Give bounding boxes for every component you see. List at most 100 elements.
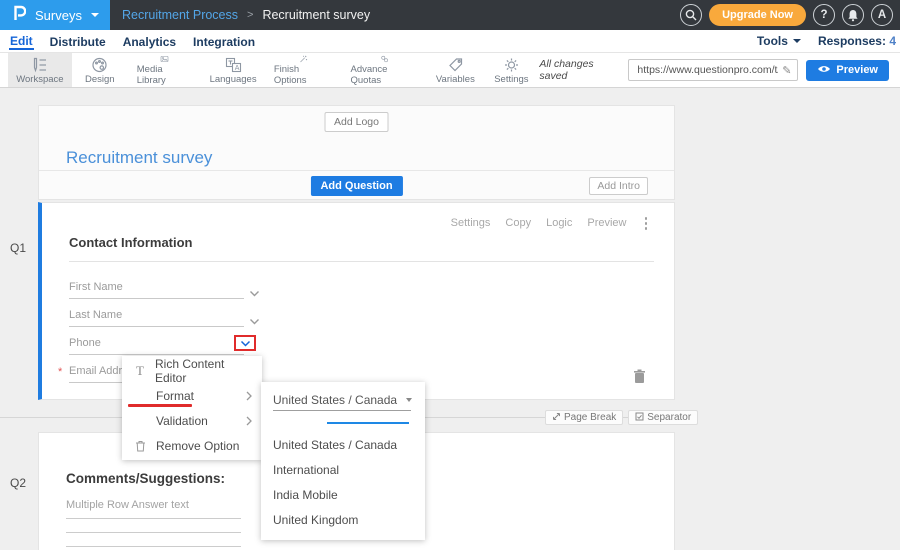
add-intro-button[interactable]: Add Intro bbox=[589, 177, 648, 195]
menu-item-label: Validation bbox=[156, 414, 208, 428]
preview-button[interactable]: Preview bbox=[806, 60, 889, 81]
questionpro-logo-icon bbox=[13, 5, 26, 26]
answer-line bbox=[66, 532, 241, 533]
settings-gear-icon bbox=[503, 57, 520, 73]
surveys-menu[interactable]: Surveys bbox=[0, 0, 110, 30]
upgrade-now-button[interactable]: Upgrade Now bbox=[709, 4, 806, 26]
more-options-icon[interactable] bbox=[645, 217, 648, 230]
breadcrumb-current: Recruitment survey bbox=[262, 8, 370, 22]
format-option-united-kingdom[interactable]: United Kingdom bbox=[261, 507, 425, 532]
format-option-international[interactable]: International bbox=[261, 457, 425, 482]
question-2-label: Q2 bbox=[10, 476, 26, 490]
format-select-value[interactable]: United States / Canada bbox=[273, 393, 397, 407]
separator-button[interactable]: Separator bbox=[628, 410, 698, 425]
preview-label: Preview bbox=[836, 64, 878, 76]
format-options-list: United States / Canada International Ind… bbox=[261, 432, 425, 532]
toolbar-item-label: Design bbox=[85, 74, 115, 85]
tab-analytics[interactable]: Analytics bbox=[122, 33, 177, 49]
field-last-name[interactable]: Last Name bbox=[69, 305, 244, 327]
answer-line bbox=[66, 518, 241, 519]
tab-distribute[interactable]: Distribute bbox=[49, 33, 107, 49]
survey-title[interactable]: Recruitment survey bbox=[66, 148, 212, 168]
chevron-down-icon bbox=[91, 13, 99, 17]
search-icon[interactable] bbox=[680, 4, 702, 26]
field-phone-chevron-icon[interactable] bbox=[240, 334, 251, 352]
format-option-india-mobile[interactable]: India Mobile bbox=[261, 482, 425, 507]
responses-link[interactable]: Responses: 4 bbox=[818, 34, 896, 48]
chevron-down-icon bbox=[793, 39, 801, 43]
notifications-bell-icon[interactable] bbox=[842, 4, 864, 26]
submenu-arrow-icon bbox=[246, 416, 252, 426]
toolbar-item-label: Settings bbox=[494, 74, 528, 85]
question-copy-link[interactable]: Copy bbox=[505, 217, 531, 229]
breadcrumb-folder[interactable]: Recruitment Process bbox=[122, 8, 238, 22]
help-button[interactable]: ? bbox=[813, 4, 835, 26]
toolbar-item-label: Workspace bbox=[16, 74, 63, 85]
menu-item-remove-option[interactable]: Remove Option bbox=[122, 433, 262, 458]
edit-url-pencil-icon[interactable]: ✎ bbox=[782, 64, 791, 77]
separator-label: Separator bbox=[647, 412, 691, 423]
toolbar-item-design[interactable]: Design bbox=[72, 53, 128, 87]
field-first-name-chevron-icon[interactable] bbox=[249, 284, 260, 302]
format-option-us-canada[interactable]: United States / Canada bbox=[261, 432, 425, 457]
page-break-label: Page Break bbox=[564, 412, 616, 423]
tab-integration[interactable]: Integration bbox=[192, 33, 256, 49]
answer-line bbox=[66, 546, 241, 547]
multirow-answer-placeholder[interactable]: Multiple Row Answer text bbox=[66, 499, 189, 511]
design-palette-icon bbox=[91, 57, 108, 73]
select-caret-icon[interactable] bbox=[406, 398, 412, 402]
advance-quotas-icon bbox=[376, 55, 393, 63]
survey-url-box: ✎ bbox=[628, 59, 798, 81]
phone-format-submenu: United States / Canada United States / C… bbox=[261, 382, 425, 540]
field-first-name[interactable]: First Name bbox=[69, 277, 244, 299]
toolbar-item-label: Variables bbox=[436, 74, 475, 85]
save-status: All changes saved bbox=[539, 58, 620, 82]
menu-item-rich-content-editor[interactable]: T Rich Content Editor bbox=[122, 358, 262, 383]
tools-menu[interactable]: Tools bbox=[757, 34, 801, 48]
breadcrumb: Recruitment Process > Recruitment survey bbox=[122, 8, 370, 22]
question-logic-link[interactable]: Logic bbox=[546, 217, 572, 229]
field-phone[interactable]: Phone bbox=[69, 333, 244, 355]
tab-edit[interactable]: Edit bbox=[9, 32, 34, 50]
media-library-icon bbox=[156, 55, 173, 63]
toolbar-item-variables[interactable]: Variables bbox=[427, 53, 483, 87]
top-bar: Surveys Recruitment Process > Recruitmen… bbox=[0, 0, 900, 30]
active-indicator bbox=[327, 422, 409, 424]
toolbar-item-advance-quotas[interactable]: Advance Quotas bbox=[342, 53, 428, 87]
toolbar-item-languages[interactable]: A Languages bbox=[201, 53, 264, 87]
toolbar-item-label: Languages bbox=[210, 74, 257, 85]
topbar-actions: Upgrade Now ? A bbox=[680, 4, 900, 26]
question-preview-link[interactable]: Preview bbox=[587, 217, 626, 229]
question-actions: Settings Copy Logic Preview bbox=[451, 217, 647, 230]
header-actions-band: Add Question Add Intro bbox=[39, 170, 674, 199]
languages-icon: A bbox=[225, 57, 242, 73]
annotation-underline bbox=[128, 404, 192, 407]
divider bbox=[69, 261, 654, 262]
separator-icon bbox=[635, 412, 644, 424]
page-break-button[interactable]: Page Break bbox=[545, 410, 623, 425]
required-marker: * bbox=[58, 366, 62, 378]
question-2-title[interactable]: Comments/Suggestions: bbox=[66, 471, 225, 486]
menu-item-validation[interactable]: Validation bbox=[122, 408, 262, 433]
toolbar-item-finish-options[interactable]: Finish Options bbox=[265, 53, 342, 87]
page-controls: Page Break Separator bbox=[545, 410, 698, 425]
toolbar-item-media-library[interactable]: Media Library bbox=[128, 53, 202, 87]
toolbar-item-settings[interactable]: Settings bbox=[483, 53, 539, 87]
add-question-button[interactable]: Add Question bbox=[310, 176, 402, 196]
workspace-icon bbox=[31, 57, 48, 73]
survey-url-input[interactable] bbox=[637, 64, 778, 76]
field-last-name-chevron-icon[interactable] bbox=[249, 312, 260, 330]
avatar[interactable]: A bbox=[871, 4, 893, 26]
delete-question-trash-icon[interactable] bbox=[633, 369, 646, 389]
toolbar-item-workspace[interactable]: Workspace bbox=[8, 53, 72, 87]
submenu-arrow-icon bbox=[246, 391, 252, 401]
svg-text:A: A bbox=[234, 65, 239, 72]
question-1-label: Q1 bbox=[10, 241, 26, 255]
annotation-highlight-box bbox=[234, 335, 256, 351]
responses-count: 4 bbox=[889, 34, 896, 48]
question-settings-link[interactable]: Settings bbox=[451, 217, 491, 229]
question-1-title[interactable]: Contact Information bbox=[69, 235, 193, 250]
add-logo-button[interactable]: Add Logo bbox=[324, 112, 389, 132]
editor-toolbar: Workspace Design Media Library A Languag… bbox=[0, 52, 900, 88]
responses-label: Responses: bbox=[818, 34, 886, 48]
